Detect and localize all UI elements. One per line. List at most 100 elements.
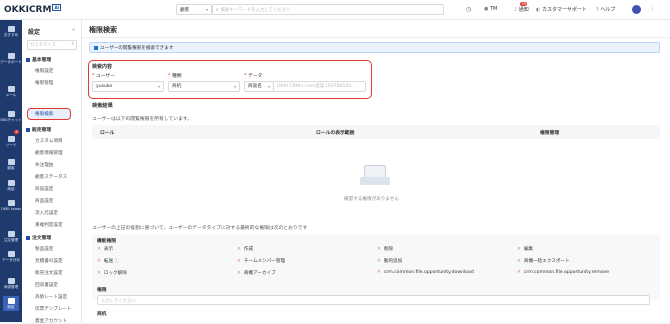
nav-item-approval[interactable]: 承認管理 xyxy=(0,278,22,289)
nav-item-analytics[interactable]: データ分析 xyxy=(0,251,22,262)
sidebar-item-source-settings[interactable]: 流入元設定 xyxy=(35,210,58,216)
perm-create: ✕ 作成 xyxy=(237,247,254,252)
info-circle-icon[interactable]: ⓘ xyxy=(115,259,120,264)
expand-menu-icon[interactable]: ⋮ xyxy=(650,6,655,12)
nav-item-customer[interactable]: 顧客 xyxy=(0,159,22,170)
info-banner: ユーザーの閲覧権限を検索できます xyxy=(89,42,660,53)
order-icon xyxy=(7,231,15,237)
sidebar-section-basic[interactable]: 基本管理 xyxy=(26,56,51,63)
chart-icon xyxy=(7,53,15,59)
search-form-highlight xyxy=(88,60,372,99)
sidebar-item-document-template[interactable]: 伝票テンプレート xyxy=(35,306,72,312)
sidebar-item-customer-info[interactable]: 顧客情報管理 xyxy=(35,150,63,156)
col-role-scope: ロールの表示範囲 xyxy=(316,131,355,136)
sidebar-item-deal-settings[interactable]: 商談設定 xyxy=(35,186,53,192)
bell-icon: ♪ xyxy=(514,7,518,13)
results-description: ユーザーは以下の閲覧権限を所有しています。 xyxy=(92,117,193,122)
perm-delete: ✕ 削除 xyxy=(377,247,394,252)
empty-state-tray xyxy=(360,177,390,185)
approval-icon xyxy=(7,278,15,284)
function-permission-title: 機能権限 xyxy=(97,239,117,244)
deny-icon: ✕ xyxy=(377,247,381,252)
perm-team-member: ✕ チームメンバー管理 xyxy=(237,259,286,264)
deny-icon: ✕ xyxy=(517,270,521,275)
user-menu[interactable]: ● TM xyxy=(484,6,497,12)
top-bar: OKKICRM AI 顧客 ▾ ⌕ 検索キーワードを入力してください ◷ ● TM ♪… xyxy=(0,0,670,20)
col-permission-management: 権限管理 xyxy=(540,131,560,136)
collapse-icon[interactable]: « xyxy=(72,27,75,33)
help-button[interactable]: ? ヘルプ xyxy=(596,6,615,13)
user-select[interactable]: yusuke ▾ xyxy=(92,81,164,92)
authority-title: 権限 xyxy=(97,288,107,293)
customer-support-button[interactable]: ◐ カスタマーサポート xyxy=(536,6,587,13)
deny-icon: ✕ xyxy=(237,259,241,264)
global-search-input[interactable]: ⌕ 検索キーワードを入力してください xyxy=(212,4,444,15)
search-icon: ⌕ xyxy=(71,42,74,47)
sidebar-item-quote[interactable]: 見積書の設定 xyxy=(35,258,63,264)
deny-icon: ✕ xyxy=(97,247,101,252)
customer-icon xyxy=(7,159,15,165)
notification-button[interactable]: ♪ 通知 xyxy=(514,6,529,13)
search-icon: ⌕ xyxy=(216,8,219,13)
analytics-icon xyxy=(7,251,15,257)
sidebar-search-input[interactable]: カスタマイズ ⌕ xyxy=(27,40,77,50)
sidebar-item-customer-status[interactable]: 顧客ステータス xyxy=(35,174,67,180)
data-type-select[interactable]: 商談名 ▾ xyxy=(244,81,274,92)
perm-file-remove: ✕ crm.common.file.opportunity.remove xyxy=(517,270,610,275)
sidebar-item-collection[interactable]: 回収書設定 xyxy=(35,282,58,288)
nav-item-sns-chat[interactable]: SNSチャット xyxy=(0,111,22,122)
deny-icon: ✕ xyxy=(517,259,521,264)
sidebar-item-custom-fields[interactable]: カスタム項目 xyxy=(35,138,63,144)
sidebar-item-sales-order[interactable]: 販売注文設定 xyxy=(35,270,63,276)
perm-file-download: ✕ crm.common.file.opportunity.download xyxy=(377,270,474,275)
perm-edit: ✕ 編集 xyxy=(517,247,534,252)
authority-input[interactable]: 入力してください xyxy=(97,295,650,305)
data-search-input[interactable]: OKKI CRM×-com提案 (X3786550... xyxy=(273,81,366,92)
star-icon xyxy=(7,26,15,32)
sidebar-item-product-settings[interactable]: 商品設定 xyxy=(35,198,53,204)
sidebar-item-duplicate-settings[interactable]: 重複判定設定 xyxy=(35,222,63,228)
folder-icon xyxy=(26,127,30,132)
app-logo[interactable]: OKKICRM AI xyxy=(4,4,62,15)
search-scope-select[interactable]: 顧客 ▾ xyxy=(176,4,212,15)
function-permission-panel xyxy=(92,234,660,300)
help-icon: ? xyxy=(596,7,599,13)
avatar[interactable] xyxy=(632,5,641,14)
chevron-down-icon: ▾ xyxy=(205,7,208,12)
perm-bulk-export: ✕ 商機一括エクスポート xyxy=(517,259,570,264)
sidebar-section-order[interactable]: 注文管理 xyxy=(26,234,51,241)
sidebar-item-product[interactable]: 製品設定 xyxy=(35,246,53,252)
nav-item-recommend[interactable]: おすすめ xyxy=(0,26,22,37)
page-title: 権限検索 xyxy=(89,26,117,34)
nav-item-order[interactable]: 注文管理 xyxy=(0,231,22,242)
sidebar-item-permission-search[interactable]: 権限検索 xyxy=(35,111,53,117)
clock-icon[interactable]: ◷ xyxy=(466,6,471,13)
nav-item-okki-leads[interactable]: OKKI Leads xyxy=(0,200,22,211)
type-field-label: * 種類 xyxy=(168,74,182,79)
empty-state-text: 確認する権限がありません xyxy=(344,197,399,202)
type-select[interactable]: 商机 ▾ xyxy=(168,81,240,92)
notification-count-badge: 99 xyxy=(520,2,528,6)
nav-item-deal[interactable]: 商談 xyxy=(0,180,22,191)
lead-icon xyxy=(7,136,15,142)
nav-item-databoard[interactable]: データボード xyxy=(0,53,22,64)
nav-item-settings[interactable]: 設定 xyxy=(3,296,19,311)
lead-count-badge: 9 xyxy=(14,130,20,134)
nav-item-mail[interactable]: メール xyxy=(0,86,22,97)
sidebar-item-fund-account[interactable]: 資金アカウント xyxy=(35,318,67,324)
folder-icon xyxy=(26,235,30,240)
final-permission-description: ユーザーの上記の役割に基づいて、ユーザーのデータタイプに対する最終的な権限は次の… xyxy=(92,226,308,231)
sidebar-item-permission-management[interactable]: 権限管理 xyxy=(35,80,53,86)
data-field-label: * データ xyxy=(244,74,263,79)
logo-badge: AI xyxy=(52,4,62,11)
search-section-title: 検索内容 xyxy=(92,64,113,70)
chat-icon xyxy=(7,111,15,117)
sidebar-title: 設定 xyxy=(28,29,41,36)
sidebar-section-sales[interactable]: 販売管理 xyxy=(26,126,51,133)
title-divider xyxy=(82,37,670,38)
deny-icon: ✕ xyxy=(97,271,101,276)
sidebar-item-exchange-rate[interactable]: 為替レート設定 xyxy=(35,294,67,300)
nav-item-lead[interactable]: リード xyxy=(0,136,22,147)
sidebar-item-lost-reason[interactable]: 失注理由 xyxy=(35,162,53,168)
sidebar-item-permission-settings[interactable]: 権限設定 xyxy=(35,68,53,74)
